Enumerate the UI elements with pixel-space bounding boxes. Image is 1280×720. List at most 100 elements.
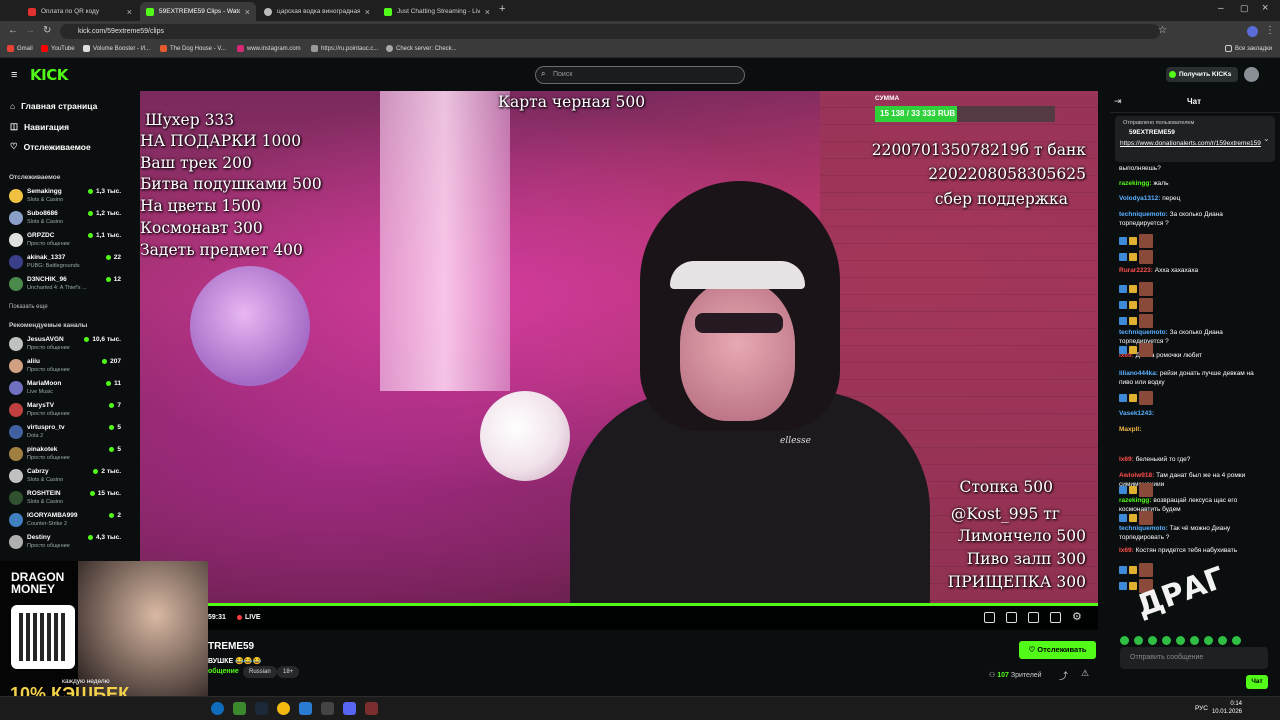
tag-age[interactable]: 18+ [277,666,300,678]
emote-icon[interactable] [1218,636,1227,645]
emote-icon[interactable] [1120,636,1129,645]
chat-send-button[interactable]: Чат [1246,675,1268,689]
recommended-channel[interactable]: MariaMoon Live Music 11 [9,378,121,398]
emote-icon[interactable] [1190,636,1199,645]
chat-username[interactable]: Maxpll: [1119,426,1141,433]
emote-icon[interactable] [1176,636,1185,645]
input-language[interactable]: РУС [1195,705,1208,712]
clip-icon[interactable] [984,612,995,623]
discord-icon[interactable] [343,702,356,715]
following-channel[interactable]: akinak_1337 PUBG: Battlegrounds 22 [9,252,121,272]
recommended-channel[interactable]: virtuspro_tv Dota 2 5 [9,422,121,442]
reload-icon[interactable]: ↻ [43,25,51,36]
following-channel[interactable]: Semakingg Slots & Casino 1,3 тыс. [9,186,121,206]
chevron-down-icon[interactable]: ⌄ [1263,134,1270,143]
forward-icon[interactable]: → [25,25,35,36]
app-icon[interactable] [365,702,378,715]
bookmark-dog-house[interactable]: The Dog House - V... [160,45,226,52]
nav-browse[interactable]: ◫ Навигация [10,121,69,132]
advertisement-overlay[interactable]: DRAGON MONEY каждую неделю 10% КЭШБЕК [0,561,208,696]
following-channel[interactable]: GRPZDC Просто общение 1,1 тыс. [9,230,121,250]
chat-username[interactable]: Vasek1243: [1119,410,1154,417]
emote-icon[interactable] [1134,636,1143,645]
follow-button[interactable]: ♡ Отслеживать [1019,641,1096,659]
video-player[interactable]: ellesse Шухер 333 НА ПОДАРКИ 1000 Ваш тр… [140,91,1098,603]
close-icon[interactable]: × [127,7,132,17]
chat-input[interactable]: Отправить сообщение [1120,647,1268,669]
chat-username[interactable]: techniquemoto: [1119,525,1168,532]
nav-home[interactable]: ⌂ Главная страница [10,101,97,111]
show-more-link[interactable]: Показать еще [9,304,48,310]
hamburger-menu-icon[interactable]: ≡ [11,69,17,81]
chat-username[interactable]: techniquemoto: [1119,211,1168,218]
theater-mode-icon[interactable] [1028,612,1039,623]
emote-icon[interactable] [1232,636,1241,645]
maximize-icon[interactable]: ▢ [1240,3,1249,14]
chrome-icon[interactable] [277,702,290,715]
close-icon[interactable]: × [245,7,250,17]
recommended-channel[interactable]: JesusAVGN Просто общение 10,6 тыс. [9,334,121,354]
chat-username[interactable]: lx69: [1119,456,1134,463]
tab-vodka[interactable]: царская водка виноградная в × [258,2,376,21]
tag-language[interactable]: Russian [243,666,277,678]
bookmark-pointauc[interactable]: https://ru.pointauc.c... [311,45,378,52]
recommended-channel[interactable]: aliiu Просто общение 207 [9,356,121,376]
nav-following[interactable]: ♡ Отслеживаемое [10,141,91,152]
following-channel[interactable]: Subo8686 Slots & Casino 1,2 тыс. [9,208,121,228]
share-icon[interactable]: ⤴ [1059,669,1068,682]
recommended-channel[interactable]: MarysTV Просто общение 7 [9,400,121,420]
following-channel[interactable]: D3NCHIK_96 Uncharted 4: A Thief's ... 12 [9,274,121,294]
chat-username[interactable]: Awiolw918: [1119,472,1154,479]
pinned-link[interactable]: https://www.donationalerts.com/r/159extr… [1120,139,1261,148]
emote-icon[interactable] [1162,636,1171,645]
bookmark-gmail[interactable]: Gmail [7,45,33,52]
get-kicks-button[interactable]: Получить KICKs [1166,67,1238,82]
emote-icon[interactable] [1148,636,1157,645]
profile-avatar[interactable] [1247,26,1258,37]
emote-icon[interactable] [1204,636,1213,645]
stream-category[interactable]: общение [208,668,239,675]
close-window-icon[interactable]: × [1262,2,1268,14]
user-avatar[interactable] [1244,67,1259,82]
streamer-name[interactable]: TREME59 [208,641,254,652]
bookmark-youtube[interactable]: YouTube [41,45,75,52]
chat-username[interactable]: razekingg: [1119,180,1152,187]
minimize-icon[interactable]: – [1218,3,1224,14]
bookmark-instagram[interactable]: www.instagram.com [237,45,301,52]
system-clock[interactable]: 0:14 10.01.2026 [1212,700,1242,716]
collapse-chat-icon[interactable]: ⇥ [1114,96,1122,107]
chat-username[interactable]: liliano444ka: [1119,370,1158,377]
app-icon[interactable] [321,702,334,715]
pip-icon[interactable] [1006,612,1017,623]
menu-kebab-icon[interactable]: ⋮ [1265,25,1275,36]
recommended-channel[interactable]: IGORYAMBA999 Counter-Strike 2 2 [9,510,121,530]
bookmark-volume-booster[interactable]: Volume Booster - И... [83,45,150,52]
tab-clips[interactable]: 59EXTREME59 Clips - Watc × [140,2,256,21]
close-icon[interactable]: × [485,7,490,17]
bookmark-check-server[interactable]: Check server: Check... [386,45,457,52]
back-icon[interactable]: ← [8,25,18,36]
url-field[interactable]: kick.com/59extreme59/clips [60,24,1160,39]
edge-icon[interactable] [211,702,224,715]
recommended-channel[interactable]: ROSHTEIN Slots & Casino 15 тыс. [9,488,121,508]
chat-username[interactable]: Volodya1312: [1119,195,1160,202]
search-input[interactable]: ⌕ Поиск [535,66,745,84]
chat-username[interactable]: razekingg: [1119,497,1152,504]
fullscreen-icon[interactable] [1050,612,1061,623]
kick-logo[interactable]: KICK [30,66,68,84]
recommended-channel[interactable]: pinakotek Просто общение 5 [9,444,121,464]
app-icon[interactable] [233,702,246,715]
report-icon[interactable]: ⚠ [1081,668,1089,679]
tab-just-chatting[interactable]: Just Chatting Streaming - Live × [378,2,496,21]
chat-username[interactable]: techniquemoto: [1119,329,1168,336]
new-tab-button[interactable]: + [499,3,505,15]
recommended-channel[interactable]: Destiny Просто общение 4,3 тыс. [9,532,121,552]
close-icon[interactable]: × [365,7,370,17]
steam-icon[interactable] [255,702,268,715]
chat-username[interactable]: lx69: [1119,547,1134,554]
all-bookmarks[interactable]: Все закладки [1225,45,1272,52]
app-icon[interactable] [299,702,312,715]
recommended-channel[interactable]: Cabrzy Slots & Casino 2 тыс. [9,466,121,486]
tab-qr-payment[interactable]: Оплата по QR коду × [22,2,138,21]
settings-gear-icon[interactable]: ⚙ [1072,610,1082,623]
